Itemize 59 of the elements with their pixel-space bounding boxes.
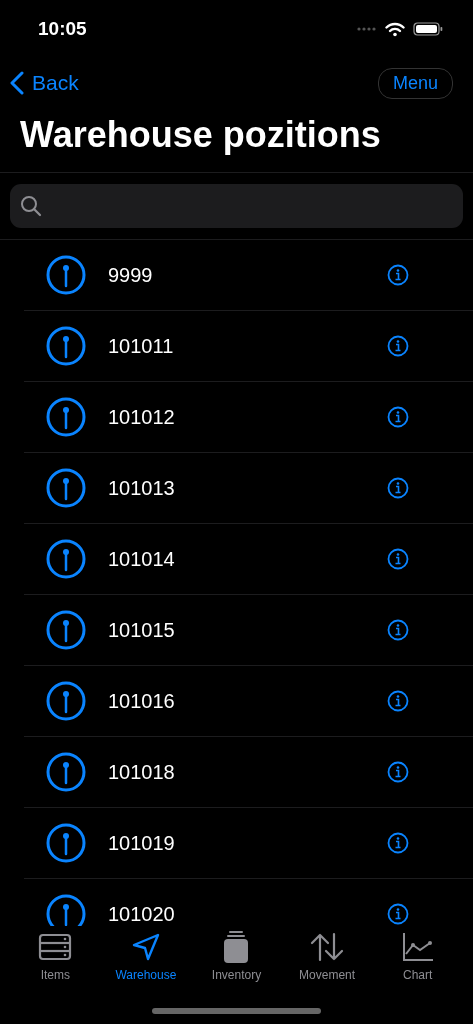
pin-icon xyxy=(46,894,86,926)
pin-icon xyxy=(46,823,86,863)
tab[interactable]: Inventory xyxy=(191,926,282,1024)
info-button[interactable] xyxy=(387,264,409,286)
pin-icon xyxy=(46,326,86,366)
tab[interactable]: Movement xyxy=(282,926,373,1024)
info-button[interactable] xyxy=(387,761,409,783)
position-code: 101011 xyxy=(108,334,175,358)
position-code: 101012 xyxy=(108,405,176,429)
pin-icon xyxy=(46,397,86,437)
server-icon xyxy=(38,933,73,961)
info-button[interactable] xyxy=(387,690,409,712)
position-row[interactable]: 101013 xyxy=(24,453,473,524)
position-row[interactable]: 9999 xyxy=(24,240,473,311)
position-row[interactable]: 101011 xyxy=(24,311,473,382)
wifi-icon xyxy=(385,21,405,37)
location-arrow-icon xyxy=(130,932,161,962)
search-field[interactable] xyxy=(10,184,463,228)
pin-icon xyxy=(46,681,86,721)
position-code: 9999 xyxy=(108,263,154,287)
jar-icon xyxy=(223,931,250,963)
position-row[interactable]: 101012 xyxy=(24,382,473,453)
search-icon xyxy=(20,195,42,217)
position-row[interactable]: 101016 xyxy=(24,666,473,737)
position-row[interactable]: 101019 xyxy=(24,808,473,879)
position-row[interactable]: 101018 xyxy=(24,737,473,808)
tab[interactable]: Items xyxy=(10,926,101,1024)
position-code: 101020 xyxy=(108,902,176,926)
info-button[interactable] xyxy=(387,619,409,641)
back-button[interactable]: Back xyxy=(10,71,79,95)
info-button[interactable] xyxy=(387,832,409,854)
chevron-left-icon xyxy=(10,71,24,95)
battery-icon xyxy=(413,22,443,36)
info-button[interactable] xyxy=(387,335,409,357)
status-time: 10:05 xyxy=(38,18,87,40)
tab[interactable]: Warehouse xyxy=(100,926,191,1024)
pin-icon xyxy=(46,610,86,650)
position-code: 101013 xyxy=(108,476,176,500)
position-code: 101016 xyxy=(108,689,176,713)
pin-icon xyxy=(46,468,86,508)
line-chart-icon xyxy=(401,932,434,962)
tab[interactable]: Chart xyxy=(372,926,463,1024)
position-code: 101019 xyxy=(108,831,176,855)
pin-icon xyxy=(46,255,86,295)
signal-icon xyxy=(357,27,377,31)
position-row[interactable]: 101014 xyxy=(24,524,473,595)
info-button[interactable] xyxy=(387,406,409,428)
position-code: 101015 xyxy=(108,618,176,642)
up-down-arrows-icon xyxy=(310,932,345,962)
info-button[interactable] xyxy=(387,477,409,499)
position-row[interactable]: 101015 xyxy=(24,595,473,666)
info-button[interactable] xyxy=(387,548,409,570)
page-title: Warehouse pozitions xyxy=(0,108,473,173)
menu-button[interactable]: Menu xyxy=(377,67,453,99)
pin-icon xyxy=(46,539,86,579)
pin-icon xyxy=(46,752,86,792)
position-code: 101018 xyxy=(108,760,176,784)
info-button[interactable] xyxy=(387,903,409,925)
position-code: 101014 xyxy=(108,547,176,571)
